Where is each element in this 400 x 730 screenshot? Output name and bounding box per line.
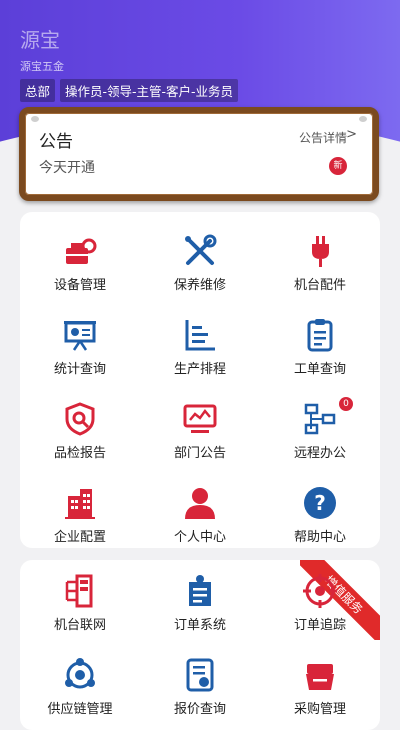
menu-item-label: 采购管理 xyxy=(293,702,346,717)
menu-item-label: 企业配置 xyxy=(53,530,106,545)
supply-chain-icon xyxy=(65,658,95,689)
menu-item-scheduling[interactable]: 生产排程 xyxy=(140,304,260,388)
equipment-icon xyxy=(66,238,97,264)
building-icon xyxy=(65,489,95,519)
roles-chip[interactable]: 操作员-领导-主管-客户-业务员 xyxy=(60,79,239,102)
pin-icon xyxy=(359,116,367,122)
menu-item-machine-network[interactable]: 机台联网 xyxy=(20,560,140,644)
menu-item-label: 工单查询 xyxy=(293,362,346,377)
menu-item-help[interactable]: ? 帮助中心 xyxy=(260,472,380,556)
menu-item-equipment[interactable]: 设备管理 xyxy=(20,220,140,304)
menu-item-label: 机台联网 xyxy=(53,618,106,633)
tools-icon xyxy=(185,234,217,265)
help-icon: ? xyxy=(304,487,336,519)
quote-icon xyxy=(186,658,214,692)
menu-item-quote[interactable]: 报价查询 xyxy=(140,644,260,728)
chevron-right-icon[interactable]: > xyxy=(346,127,357,142)
menu-item-label: 远程办公 xyxy=(293,446,346,461)
plug-icon xyxy=(312,236,329,267)
menu-item-label: 供应链管理 xyxy=(47,702,113,717)
value-added-card: 增值服务 机台联网 订单系统 订单追踪 供应链管理 报价查询 采购管理 xyxy=(20,560,380,730)
menu-item-profile[interactable]: 个人中心 xyxy=(140,472,260,556)
menu-item-remote-office[interactable]: 0 远程办公 xyxy=(260,388,380,472)
menu-item-statistics[interactable]: 统计查询 xyxy=(20,304,140,388)
menu-item-quality[interactable]: 品检报告 xyxy=(20,388,140,472)
purchase-icon xyxy=(306,664,334,690)
menu-item-supply-chain[interactable]: 供应链管理 xyxy=(20,644,140,728)
menu-item-label: 品检报告 xyxy=(53,446,106,461)
company-name: 源宝五金 xyxy=(20,60,64,73)
order-icon xyxy=(189,575,211,606)
menu-item-purchase[interactable]: 采购管理 xyxy=(260,644,380,728)
menu-item-work-order[interactable]: 工单查询 xyxy=(260,304,380,388)
menu-item-label: 设备管理 xyxy=(53,278,106,293)
notice-detail-link[interactable]: 公告详情 xyxy=(299,129,347,146)
function-menu-card: 设备管理 保养维修 机台配件 统计查询 生产排程 工单查询 品检报告 部门公告 … xyxy=(20,212,380,548)
menu-item-label: 报价查询 xyxy=(173,702,226,717)
menu-item-order-tracking[interactable]: 订单追踪 xyxy=(260,560,380,644)
machine-network-icon xyxy=(65,574,93,608)
branch-chip[interactable]: 总部 xyxy=(20,79,56,102)
app-title: 源宝 xyxy=(20,28,60,52)
clipboard-icon xyxy=(307,319,333,352)
notice-text: 今天开通 xyxy=(39,160,95,176)
menu-item-label: 订单追踪 xyxy=(293,618,346,633)
bar-chart-icon xyxy=(185,320,215,351)
menu-item-label: 帮助中心 xyxy=(293,530,346,545)
menu-item-label: 个人中心 xyxy=(173,530,226,545)
menu-item-label: 部门公告 xyxy=(173,446,226,461)
notice-title: 公告 xyxy=(39,132,73,152)
target-icon xyxy=(303,574,337,608)
menu-item-label: 统计查询 xyxy=(53,362,106,377)
notice-board[interactable]: 公告 公告详情 > 今天开通 新 xyxy=(19,107,379,201)
menu-item-label: 保养维修 xyxy=(173,278,226,293)
menu-item-label: 订单系统 xyxy=(173,618,226,633)
remote-office-badge: 0 xyxy=(339,397,353,411)
shield-search-icon xyxy=(65,402,95,436)
menu-item-enterprise[interactable]: 企业配置 xyxy=(20,472,140,556)
menu-item-announcement[interactable]: 部门公告 xyxy=(140,388,260,472)
svg-text:?: ? xyxy=(314,491,326,515)
menu-item-maintenance[interactable]: 保养维修 xyxy=(140,220,260,304)
role-chips: 总部 操作员-领导-主管-客户-业务员 xyxy=(20,79,239,102)
monitor-chart-icon xyxy=(183,404,217,433)
menu-item-label: 生产排程 xyxy=(173,362,226,377)
person-icon xyxy=(185,488,215,519)
menu-item-label: 机台配件 xyxy=(293,278,346,293)
network-icon xyxy=(304,403,336,435)
menu-item-parts[interactable]: 机台配件 xyxy=(260,220,380,304)
presentation-icon xyxy=(64,321,96,351)
pin-icon xyxy=(31,116,39,122)
menu-item-order-system[interactable]: 订单系统 xyxy=(140,560,260,644)
new-badge: 新 xyxy=(329,157,347,175)
